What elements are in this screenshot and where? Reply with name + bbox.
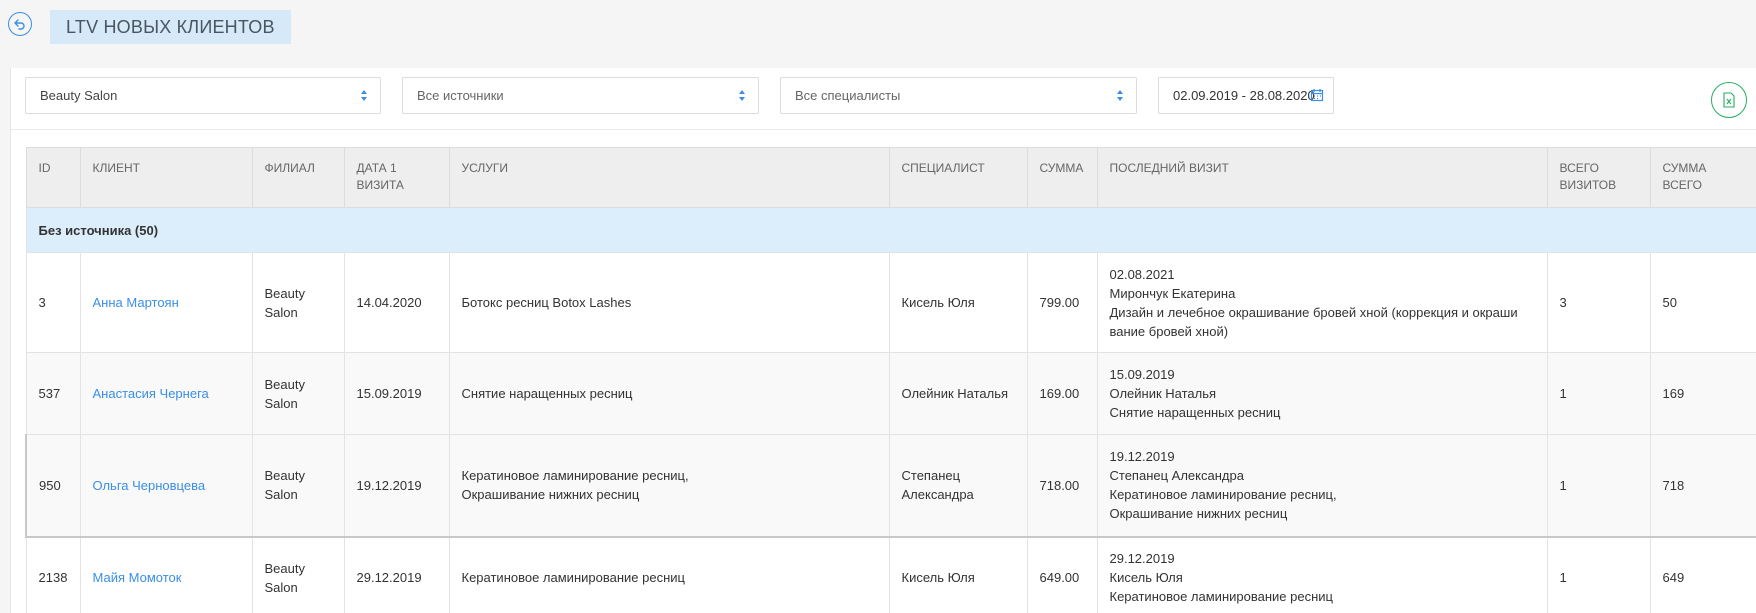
service-line: Ботокс ресниц Botox Lashes [461,295,632,310]
last-visit-specialist: Кисель Юля [1109,570,1183,586]
service-line: Кератиновое ламинирование ресниц, [461,468,689,484]
select-arrows-icon [739,90,745,101]
column-header-total-sum[interactable]: СУММА ВСЕГО [1649,147,1756,208]
group-label: Без источника (50) [25,207,1756,253]
cell-branch: Beauty Salon [251,352,345,435]
back-arrow-icon[interactable] [8,12,32,36]
client-link[interactable]: Майя Момоток [93,570,182,585]
client-link[interactable]: Анастасия Чернега [93,386,209,401]
column-header-branch[interactable]: ФИЛИАЛ [251,147,345,208]
cell-total-sum: 649 [1649,536,1756,613]
cell-id: 3 [25,252,81,353]
cell-id: 950 [25,434,81,538]
last-visit-specialist: Мирончук Екатерина [1109,285,1236,301]
cell-specialist: Степанец Александра [888,434,1028,538]
table-row: 950 Ольга Черновцева Beauty Salon 19.12.… [25,434,1756,538]
branch-select-value: Beauty Salon [40,88,118,103]
column-header-specialist[interactable]: СПЕЦИАЛИСТ [888,147,1028,208]
service-line: Снятие наращенных ресниц [461,386,633,401]
table-header-row: ID КЛИЕНТ ФИЛИАЛ ДАТА 1 ВИЗИТА УСЛУГИ СП… [25,147,1756,208]
last-visit-service: вание бровей хной) [1109,323,1229,339]
column-header-first-visit[interactable]: ДАТА 1 ВИЗИТА [343,147,450,208]
cell-last-visit: 02.08.2021 Мирончук Екатерина Дизайн и л… [1096,252,1548,353]
cell-sum: 718.00 [1026,434,1098,538]
cell-total-sum: 50 [1649,252,1756,353]
cell-specialist: Кисель Юля [888,536,1028,613]
select-arrows-icon [361,90,367,101]
cell-first-visit: 19.12.2019 [343,434,450,538]
ltv-table: ID КЛИЕНТ ФИЛИАЛ ДАТА 1 ВИЗИТА УСЛУГИ СП… [25,147,1756,613]
cell-total-visits: 1 [1546,352,1651,435]
date-range-value: 02.09.2019 - 28.08.2020 [1173,88,1315,103]
calendar-icon [1310,89,1324,102]
column-header-total-visits[interactable]: ВСЕГО ВИЗИТОВ [1546,147,1651,208]
source-select-value: Все источники [417,88,504,103]
cell-last-visit: 19.12.2019 Степанец Александра Кератинов… [1096,434,1548,538]
cell-first-visit: 15.09.2019 [343,352,450,435]
cell-total-visits: 1 [1546,536,1651,613]
service-line: Окрашивание нижних ресниц [461,487,640,503]
cell-total-visits: 1 [1546,434,1651,538]
table-row: 2138 Майя Момоток Beauty Salon 29.12.201… [25,536,1756,613]
column-header-sum[interactable]: СУММА [1026,147,1098,208]
column-header-id[interactable]: ID [25,147,81,208]
last-visit-date: 02.08.2021 [1109,266,1175,282]
last-visit-service: Снятие наращенных ресниц [1109,405,1281,420]
cell-branch: Beauty Salon [251,536,345,613]
cell-id: 2138 [25,536,81,613]
excel-export-button[interactable] [1711,82,1747,118]
cell-id: 537 [25,352,81,435]
source-select[interactable]: Все источники [402,77,759,114]
cell-total-visits: 3 [1546,252,1651,353]
cell-services: Кератиновое ламинирование ресниц, Окраши… [448,434,890,538]
date-range-field[interactable]: 02.09.2019 - 28.08.2020 [1158,77,1334,114]
cell-sum: 799.00 [1026,252,1098,353]
service-line: Кератиновое ламинирование ресниц [461,570,685,586]
column-header-client[interactable]: КЛИЕНТ [79,147,253,208]
last-visit-service: Кератиновое ламинирование ресниц [1109,589,1333,605]
cell-services: Снятие наращенных ресниц [448,352,890,435]
cell-total-sum: 169 [1649,352,1756,435]
cell-first-visit: 14.04.2020 [343,252,450,353]
specialist-select-value: Все специалисты [795,88,901,103]
column-header-last-visit[interactable]: ПОСЛЕДНИЙ ВИЗИТ [1096,147,1548,208]
ltv-table-wrapper: ID КЛИЕНТ ФИЛИАЛ ДАТА 1 ВИЗИТА УСЛУГИ СП… [25,147,1756,613]
group-row[interactable]: Без источника (50) [25,207,1756,253]
cell-total-sum: 718 [1649,434,1756,538]
cell-specialist: Кисель Юля [888,252,1028,353]
last-visit-date: 29.12.2019 [1109,551,1175,567]
last-visit-date: 15.09.2019 [1109,367,1175,382]
cell-specialist: Олейник Наталья [888,352,1028,435]
client-link[interactable]: Анна Мартоян [93,295,179,310]
last-visit-service: Кератиновое ламинирование ресниц, [1109,487,1337,503]
cell-first-visit: 29.12.2019 [343,536,450,613]
specialist-select[interactable]: Все специалисты [780,77,1137,114]
column-header-services[interactable]: УСЛУГИ [448,147,890,208]
last-visit-specialist: Степанец Александра [1109,468,1244,484]
client-link[interactable]: Ольга Черновцева [93,478,206,493]
cell-last-visit: 29.12.2019 Кисель Юля Кератиновое ламини… [1096,536,1548,613]
excel-export-icon [1723,92,1735,108]
last-visit-service: Дизайн и лечебное окрашивание бровей хно… [1109,304,1518,320]
select-arrows-icon [1117,90,1123,101]
last-visit-service: Окрашивание нижних ресниц [1109,506,1288,522]
branch-select[interactable]: Beauty Salon [25,77,381,114]
cell-branch: Beauty Salon [251,252,345,353]
page-title: LTV НОВЫХ КЛИЕНТОВ [50,10,291,44]
last-visit-date: 19.12.2019 [1109,449,1175,465]
report-panel: Beauty Salon Все источники Все специалис… [10,68,1756,613]
table-row: 3 Анна Мартоян Beauty Salon 14.04.2020 Б… [25,252,1756,353]
cell-sum: 649.00 [1026,536,1098,613]
filters-bar: Beauty Salon Все источники Все специалис… [11,68,1756,130]
cell-last-visit: 15.09.2019 Олейник Наталья Снятие нараще… [1096,352,1548,435]
cell-branch: Beauty Salon [251,434,345,538]
cell-services: Кератиновое ламинирование ресниц [448,536,890,613]
top-bar: LTV НОВЫХ КЛИЕНТОВ [0,0,1756,66]
cell-sum: 169.00 [1026,352,1098,435]
last-visit-specialist: Олейник Наталья [1109,386,1217,401]
table-row: 537 Анастасия Чернега Beauty Salon 15.09… [25,352,1756,435]
cell-services: Ботокс ресниц Botox Lashes [448,252,890,353]
